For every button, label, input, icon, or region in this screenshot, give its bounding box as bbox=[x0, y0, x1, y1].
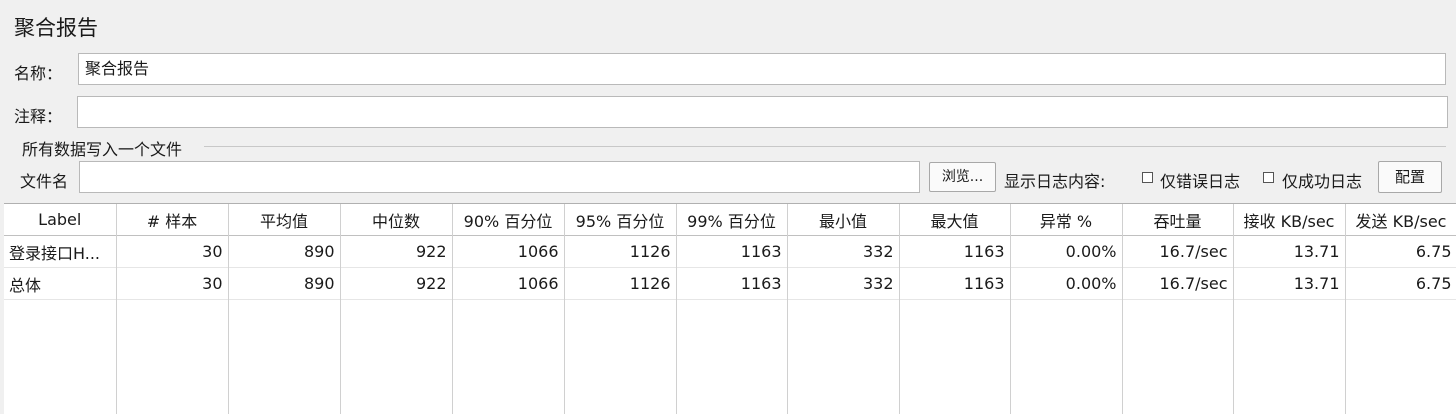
file-group-label: 所有数据写入一个文件 bbox=[22, 140, 183, 159]
table-cell: 1066 bbox=[452, 267, 565, 300]
table-header-row: Label # 样本 平均值 中位数 90% 百分位 95% 百分位 99% 百… bbox=[4, 204, 1456, 236]
table-cell: 16.7/sec bbox=[1122, 235, 1234, 268]
column-header[interactable]: 最大值 bbox=[899, 204, 1011, 236]
filename-label: 文件名 bbox=[20, 172, 69, 191]
column-header[interactable]: 发送 KB/sec bbox=[1345, 204, 1456, 236]
table-cell: 16.7/sec bbox=[1122, 267, 1234, 300]
table-cell: 0.00% bbox=[1010, 235, 1123, 268]
table-cell: 922 bbox=[340, 235, 453, 268]
table-cell: 890 bbox=[228, 267, 341, 300]
name-label: 名称： bbox=[14, 64, 63, 83]
browse-button[interactable]: 浏览... bbox=[929, 162, 996, 192]
table-cell: 登录接口H... bbox=[4, 235, 117, 268]
results-grid: Label # 样本 平均值 中位数 90% 百分位 95% 百分位 99% 百… bbox=[4, 204, 1456, 300]
page-title: 聚合报告 bbox=[14, 16, 98, 40]
column-header[interactable]: 90% 百分位 bbox=[452, 204, 565, 236]
column-header[interactable]: 平均值 bbox=[228, 204, 341, 236]
column-header[interactable]: 最小值 bbox=[787, 204, 900, 236]
column-divider bbox=[787, 204, 788, 414]
success-only-box[interactable] bbox=[1263, 172, 1274, 183]
column-divider bbox=[1122, 204, 1123, 414]
table-cell: 13.71 bbox=[1233, 267, 1346, 300]
table-cell: 30 bbox=[116, 267, 229, 300]
table-cell: 332 bbox=[787, 235, 900, 268]
column-divider bbox=[1345, 204, 1346, 414]
table-cell: 1126 bbox=[564, 235, 677, 268]
table-cell: 1163 bbox=[676, 235, 788, 268]
column-header[interactable]: 异常 % bbox=[1010, 204, 1123, 236]
column-header[interactable]: # 样本 bbox=[116, 204, 229, 236]
table-row[interactable]: 总体 30 890 922 1066 1126 1163 332 1163 0.… bbox=[4, 267, 1456, 300]
table-cell: 1126 bbox=[564, 267, 677, 300]
column-header[interactable]: 99% 百分位 bbox=[676, 204, 788, 236]
table-cell: 1066 bbox=[452, 235, 565, 268]
table-cell: 13.71 bbox=[1233, 235, 1346, 268]
column-divider bbox=[340, 204, 341, 414]
errors-only-box[interactable] bbox=[1142, 172, 1153, 183]
column-divider bbox=[116, 204, 117, 414]
table-cell: 1163 bbox=[899, 267, 1011, 300]
name-field[interactable]: 聚合报告 bbox=[78, 53, 1446, 85]
column-header[interactable]: 95% 百分位 bbox=[564, 204, 677, 236]
column-divider bbox=[899, 204, 900, 414]
filename-field[interactable] bbox=[79, 161, 920, 193]
table-cell: 总体 bbox=[4, 267, 117, 300]
comment-label: 注释： bbox=[14, 107, 63, 126]
log-content-label: 显示日志内容: bbox=[1004, 172, 1106, 191]
success-only-label[interactable]: 仅成功日志 bbox=[1282, 168, 1362, 192]
table-cell: 1163 bbox=[676, 267, 788, 300]
file-group-divider bbox=[204, 146, 1446, 147]
table-cell: 6.75 bbox=[1345, 267, 1456, 300]
column-divider bbox=[228, 204, 229, 414]
table-cell: 0.00% bbox=[1010, 267, 1123, 300]
comment-field[interactable] bbox=[77, 96, 1448, 128]
table-cell: 890 bbox=[228, 235, 341, 268]
column-divider bbox=[452, 204, 453, 414]
table-cell: 332 bbox=[787, 267, 900, 300]
column-divider bbox=[564, 204, 565, 414]
table-cell: 30 bbox=[116, 235, 229, 268]
table-row[interactable]: 登录接口H... 30 890 922 1066 1126 1163 332 1… bbox=[4, 235, 1456, 268]
configure-button[interactable]: 配置 bbox=[1378, 161, 1442, 193]
errors-only-label[interactable]: 仅错误日志 bbox=[1160, 168, 1240, 192]
results-table[interactable]: Label # 样本 平均值 中位数 90% 百分位 95% 百分位 99% 百… bbox=[4, 203, 1456, 414]
column-header[interactable]: 吞吐量 bbox=[1122, 204, 1234, 236]
table-cell: 1163 bbox=[899, 235, 1011, 268]
column-header[interactable]: Label bbox=[4, 204, 117, 236]
column-divider bbox=[1010, 204, 1011, 414]
column-divider bbox=[676, 204, 677, 414]
table-cell: 922 bbox=[340, 267, 453, 300]
column-header[interactable]: 接收 KB/sec bbox=[1233, 204, 1346, 236]
column-divider bbox=[1233, 204, 1234, 414]
column-header[interactable]: 中位数 bbox=[340, 204, 453, 236]
table-cell: 6.75 bbox=[1345, 235, 1456, 268]
